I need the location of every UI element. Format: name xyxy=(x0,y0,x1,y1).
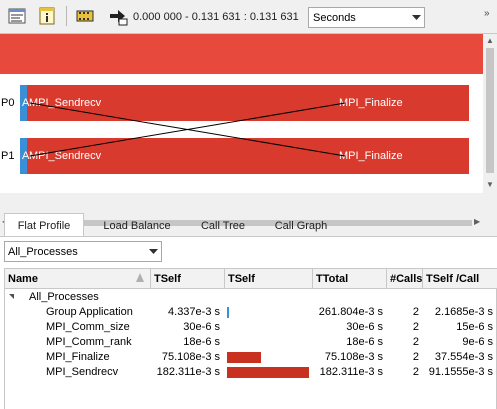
table-row[interactable]: MPI_Sendrecv 182.311e-3 s 182.311e-3 s 2 91.… xyxy=(5,365,497,380)
film-icon[interactable] xyxy=(73,5,97,27)
row-tself-per-call: 91.1555e-3 s xyxy=(428,366,493,378)
row-name: MPI_Sendrecv xyxy=(46,366,119,378)
flat-profile-panel: All_Processes Name TSelf TSelf TTotal #C… xyxy=(0,236,497,409)
table-row[interactable]: MPI_Comm_rank 18e-6 s 18e-6 s 2 9e-6 s xyxy=(5,335,497,350)
profile-tabs: Flat Profile Load Balance Call Tree Call… xyxy=(0,213,497,237)
column-header-tself-per-call[interactable]: TSelf /Call xyxy=(423,269,497,289)
column-header-label: Name xyxy=(8,273,38,285)
toolbar-separator xyxy=(66,6,67,26)
row-ttotal: 75.108e-3 s xyxy=(324,351,383,363)
scroll-up-icon[interactable]: ▲ xyxy=(486,36,494,45)
info-icon[interactable] xyxy=(35,5,59,27)
row-ttotal: 18e-6 s xyxy=(346,336,383,348)
row-tself-per-call: 37.554e-3 s xyxy=(434,351,493,363)
sort-ascending-icon xyxy=(136,273,144,282)
tself-bar xyxy=(227,367,309,378)
column-header-tself-bar[interactable]: TSelf xyxy=(225,269,313,289)
export-icon[interactable] xyxy=(106,5,130,27)
row-name: MPI_Comm_rank xyxy=(46,336,132,348)
row-tself-per-call: 9e-6 s xyxy=(462,336,493,348)
row-name: Group Application xyxy=(46,306,133,318)
row-calls: 2 xyxy=(412,321,419,333)
time-unit-value: Seconds xyxy=(313,11,356,24)
timeline-view[interactable]: P0 A MPI_Sendrecv MPI_Finalize P1 A MPI_… xyxy=(0,33,497,229)
row-name: MPI_Finalize xyxy=(46,351,110,363)
chevron-down-icon xyxy=(408,8,424,27)
table-row[interactable]: MPI_Finalize 75.108e-3 s 75.108e-3 s 2 37.55… xyxy=(5,350,497,365)
vertical-scrollbar[interactable]: ▲ ▼ xyxy=(483,34,497,194)
overflow-chevron-icon[interactable]: » xyxy=(484,8,489,19)
tself-bar xyxy=(227,307,229,318)
tab-call-graph[interactable]: Call Graph xyxy=(268,216,334,236)
scroll-down-icon[interactable]: ▼ xyxy=(486,180,494,189)
process-filter-select[interactable]: All_Processes xyxy=(4,241,162,262)
tab-flat-profile[interactable]: Flat Profile xyxy=(4,213,84,237)
tself-bar xyxy=(227,352,261,363)
row-tself: 182.311e-3 s xyxy=(156,366,220,378)
row-tself: 75.108e-3 s xyxy=(161,351,220,363)
column-header-calls[interactable]: #Calls xyxy=(387,269,423,289)
row-name: MPI_Comm_size xyxy=(46,321,130,333)
toolbar: 0.000 000 - 0.131 631 : 0.131 631 Second… xyxy=(0,0,497,33)
table-group-row[interactable]: All_Processes xyxy=(5,290,497,305)
column-header-name[interactable]: Name xyxy=(5,269,151,289)
row-tself: 18e-6 s xyxy=(183,336,220,348)
column-header-tself[interactable]: TSelf xyxy=(151,269,225,289)
table-row[interactable]: MPI_Comm_size 30e-6 s 30e-6 s 2 15e-6 s xyxy=(5,320,497,335)
chevron-down-icon xyxy=(145,249,161,254)
row-ttotal: 182.311e-3 s xyxy=(319,366,383,378)
row-calls: 2 xyxy=(412,306,419,318)
row-calls: 2 xyxy=(412,366,419,378)
timeline-legend-icon[interactable] xyxy=(5,5,29,27)
process-filter-value: All_Processes xyxy=(8,245,78,258)
table-header: Name TSelf TSelf TTotal #Calls TSelf /Ca… xyxy=(5,269,497,289)
row-calls: 2 xyxy=(412,351,419,363)
row-ttotal: 30e-6 s xyxy=(346,321,383,333)
row-ttotal: 261.804e-3 s xyxy=(318,306,383,318)
row-tself: 4.337e-3 s xyxy=(168,306,220,318)
tab-load-balance[interactable]: Load Balance xyxy=(95,216,179,236)
row-tself-per-call: 15e-6 s xyxy=(456,321,493,333)
row-calls: 2 xyxy=(412,336,419,348)
tab-call-tree[interactable]: Call Tree xyxy=(192,216,254,236)
expand-toggle-icon[interactable] xyxy=(9,294,14,299)
message-lines xyxy=(29,102,346,157)
time-range-readout: 0.000 000 - 0.131 631 : 0.131 631 xyxy=(133,11,299,23)
time-unit-select[interactable]: Seconds xyxy=(308,7,425,28)
scroll-thumb[interactable] xyxy=(486,48,494,173)
group-name: All_Processes xyxy=(29,291,99,303)
row-tself: 30e-6 s xyxy=(183,321,220,333)
column-header-ttotal[interactable]: TTotal xyxy=(313,269,387,289)
row-tself-per-call: 2.1685e-3 s xyxy=(434,306,493,318)
profile-table: Name TSelf TSelf TTotal #Calls TSelf /Ca… xyxy=(4,268,497,409)
table-row[interactable]: Group Application 4.337e-3 s 261.804e-3 s 2… xyxy=(5,305,497,320)
